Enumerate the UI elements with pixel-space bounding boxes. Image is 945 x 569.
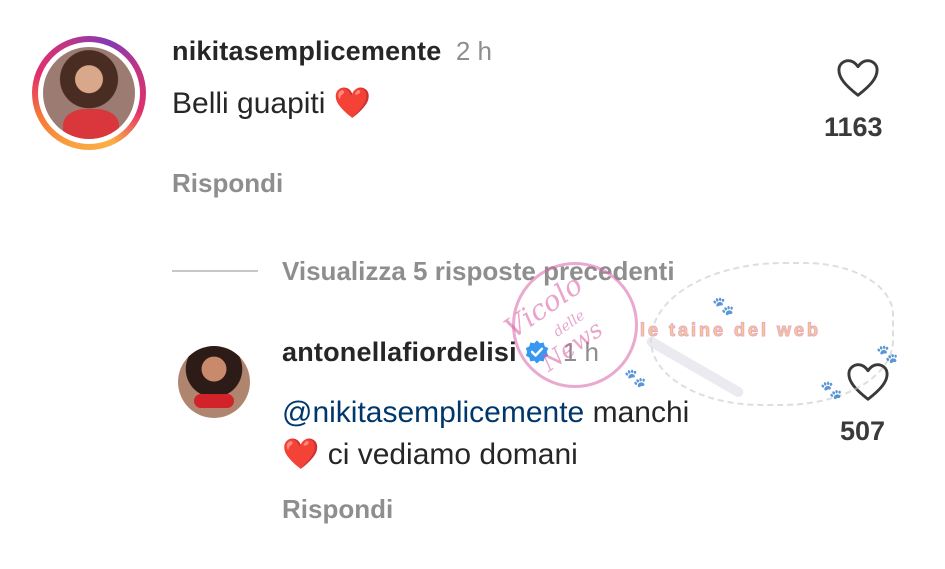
story-ring-avatar-nikita[interactable] — [32, 36, 146, 150]
comment-2-username[interactable]: antonellafiordelisi — [282, 337, 517, 368]
paw-icon: 🐾 — [624, 368, 647, 388]
comment-1-time: 2 h — [455, 36, 493, 66]
paw-icon: 🐾 — [712, 296, 735, 316]
avatar-image — [43, 47, 135, 139]
avatar-antonella[interactable] — [178, 346, 250, 418]
comment-1-like-count: 1163 — [824, 112, 883, 142]
comment-1-text: Belli guapiti ❤️ — [172, 87, 372, 120]
heart-outline-icon — [837, 59, 879, 97]
comment-1-reply-button[interactable]: Rispondi — [172, 168, 283, 199]
mention-link[interactable]: @nikitasemplicemente — [282, 396, 584, 429]
comment-1-header: nikitasemplicemente 2 h — [172, 36, 492, 67]
watermark-banner-text: le taine del web — [639, 320, 822, 341]
comment-2-reply-button[interactable]: Rispondi — [282, 494, 393, 525]
comment-2-text-line1: manchi — [584, 396, 690, 429]
comment-1-like-button[interactable] — [836, 58, 880, 103]
comment-2-text-line2: ❤️ ci vediamo domani — [282, 438, 578, 471]
comment-2-like-count: 507 — [840, 416, 886, 446]
paw-icon: 🐾 — [876, 344, 899, 364]
replies-divider — [172, 270, 258, 272]
comment-2-text: @nikitasemplicemente manchi ❤️ ci vediam… — [282, 392, 802, 476]
paw-icon: 🐾 — [820, 380, 843, 400]
comment-1-username[interactable]: nikitasemplicemente — [172, 36, 441, 66]
